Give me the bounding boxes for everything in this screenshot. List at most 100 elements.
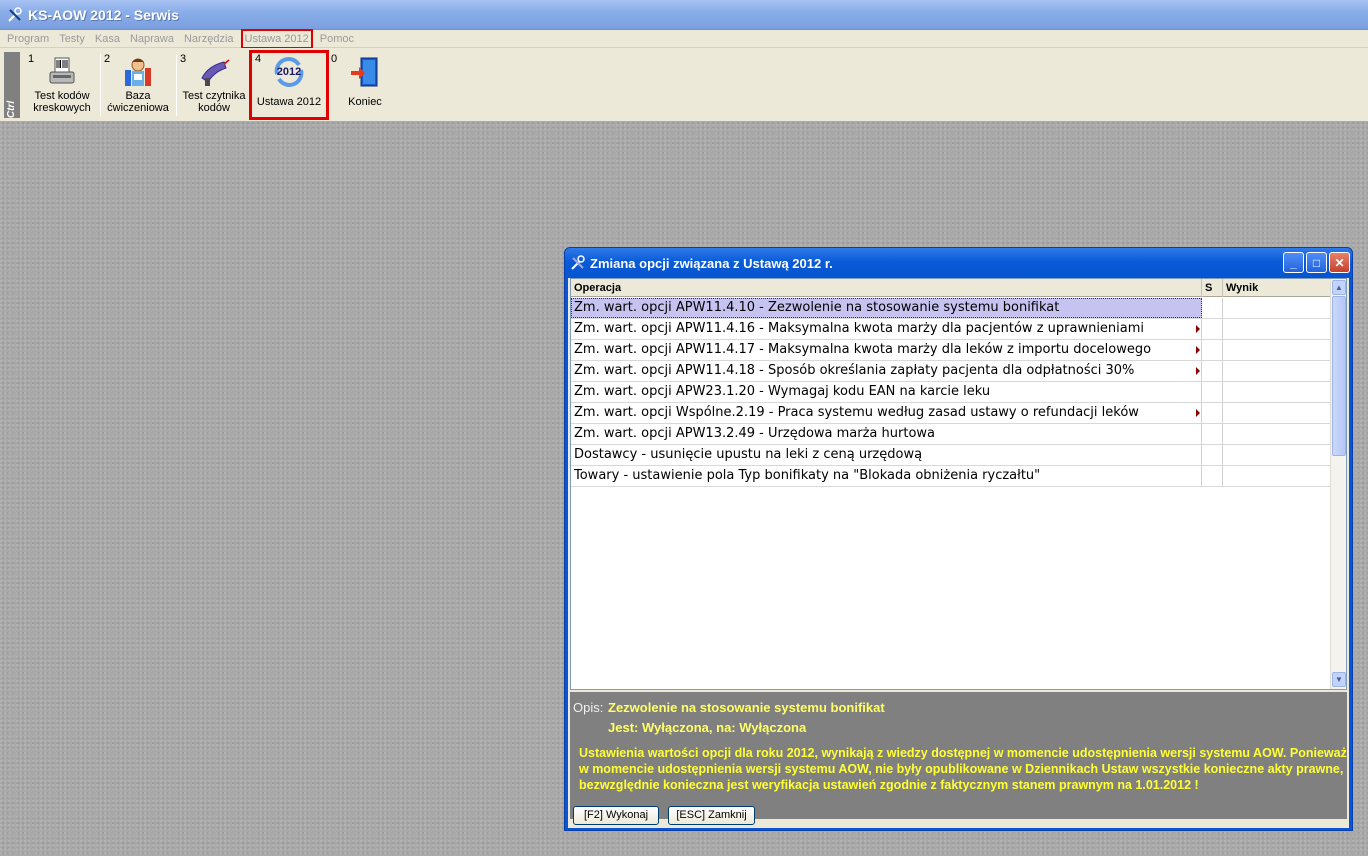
app-titlebar: KS-AOW 2012 - Serwis (0, 0, 1368, 30)
toolbar-button-label: Test kodów kreskowych (33, 90, 91, 114)
student-books-icon (125, 58, 151, 86)
row-result-cell (1223, 424, 1336, 444)
table-row[interactable]: Zm. wart. opcji APW13.2.49 - Urzędowa ma… (571, 424, 1336, 445)
execute-button[interactable]: [F2] Wykonaj (573, 806, 659, 825)
row-s-cell (1202, 424, 1223, 444)
description-panel: Opis: Zezwolenie na stosowanie systemu b… (570, 692, 1347, 819)
close-dialog-button[interactable]: [ESC] Zamknij (668, 806, 755, 825)
toolbar-button-baza[interactable]: 2 Baza ćwiczeniowa (100, 52, 176, 118)
close-button[interactable]: ✕ (1329, 252, 1350, 273)
table-row[interactable]: Zm. wart. opcji Wspólne.2.19 - Praca sys… (571, 403, 1336, 424)
menu-testy[interactable]: Testy (54, 31, 90, 47)
menu-pomoc[interactable]: Pomoc (315, 31, 359, 47)
ustawa-2012-icon: 2012 (274, 57, 304, 87)
table-row[interactable]: Zm. wart. opcji APW11.4.16 - Maksymalna … (571, 319, 1336, 340)
row-operation: Dostawcy - usunięcie upustu na leki z ce… (571, 445, 1202, 465)
table-row[interactable]: Dostawcy - usunięcie upustu na leki z ce… (571, 445, 1336, 466)
row-operation: Zm. wart. opcji APW11.4.10 - Zezwolenie … (571, 298, 1202, 318)
toolbar-button-label: Test czytnika kodów (182, 90, 246, 114)
dialog-title: Zmiana opcji związana z Ustawą 2012 r. (590, 255, 833, 271)
row-result-cell (1223, 298, 1336, 318)
maximize-button[interactable]: □ (1306, 252, 1327, 273)
table-row[interactable]: Towary - ustawienie pola Typ bonifikaty … (571, 466, 1336, 487)
shortcut-number: 2 (104, 53, 111, 65)
row-operation-text: Dostawcy - usunięcie upustu na leki z ce… (574, 447, 923, 462)
scroll-up-icon[interactable]: ▲ (1332, 280, 1346, 295)
toolbar-button-label: Ustawa 2012 (256, 96, 322, 108)
minimize-button[interactable]: _ (1283, 252, 1304, 273)
ctrl-label: Ctrl (6, 100, 18, 119)
minimize-icon: _ (1290, 255, 1297, 270)
menu-ustawa-2012[interactable]: Ustawa 2012 (240, 28, 313, 49)
barcode-scanner-icon (49, 57, 75, 84)
row-s-cell (1202, 298, 1223, 318)
row-s-cell (1202, 361, 1223, 381)
toolbar-button-koniec[interactable]: 0 Koniec (327, 52, 403, 118)
row-result-cell (1223, 403, 1336, 423)
column-header-operation[interactable]: Operacja (571, 279, 1202, 297)
menu-narzedzia[interactable]: Narzędzia (179, 31, 239, 47)
dialog-titlebar[interactable]: Zmiana opcji związana z Ustawą 2012 r. _… (565, 248, 1352, 278)
close-icon: ✕ (1334, 255, 1345, 270)
row-result-cell (1223, 361, 1336, 381)
icon-year-text: 2012 (277, 66, 301, 78)
toolbar: Ctrl 1 Test kodów kreskowych 2 Baza ćwic… (0, 48, 1368, 122)
ctrl-strip: Ctrl (4, 52, 20, 118)
row-operation: Zm. wart. opcji APW13.2.49 - Urzędowa ma… (571, 424, 1202, 444)
shortcut-number: 0 (331, 53, 338, 65)
row-s-cell (1202, 382, 1223, 402)
toolbar-button-test-czytnika[interactable]: 3 Test czytnika kodów (176, 52, 252, 118)
truncation-arrow-icon (1196, 367, 1200, 375)
menu-naprawa[interactable]: Naprawa (125, 31, 179, 47)
column-header-result[interactable]: Wynik (1223, 279, 1336, 297)
row-operation: Towary - ustawienie pola Typ bonifikaty … (571, 466, 1202, 486)
toolbar-button-test-kodow[interactable]: 1 Test kodów kreskowych (24, 52, 100, 118)
row-operation-text: Towary - ustawienie pola Typ bonifikaty … (574, 468, 1041, 483)
row-operation-text: Zm. wart. opcji APW11.4.18 - Sposób okre… (574, 363, 1135, 378)
toolbar-button-label: Koniec (348, 96, 382, 108)
menu-program[interactable]: Program (2, 31, 54, 47)
ustawa-dialog: Zmiana opcji związana z Ustawą 2012 r. _… (564, 247, 1353, 831)
row-s-cell (1202, 466, 1223, 486)
row-operation-text: Zm. wart. opcji APW23.1.20 - Wymagaj kod… (574, 384, 991, 399)
option-state: Jest: Wyłączona, na: Wyłączona (608, 720, 807, 735)
shortcut-number: 3 (180, 53, 187, 65)
menu-kasa[interactable]: Kasa (90, 31, 125, 47)
table-row[interactable]: Zm. wart. opcji APW23.1.20 - Wymagaj kod… (571, 382, 1336, 403)
row-operation-text: Zm. wart. opcji APW13.2.49 - Urzędowa ma… (574, 426, 935, 441)
row-s-cell (1202, 403, 1223, 423)
table-row[interactable]: Zm. wart. opcji APW11.4.17 - Maksymalna … (571, 340, 1336, 361)
scrollbar-thumb[interactable] (1332, 296, 1346, 456)
row-operation: Zm. wart. opcji APW11.4.17 - Maksymalna … (571, 340, 1202, 360)
row-result-cell (1223, 382, 1336, 402)
dialog-body: Operacja S Wynik Zm. wart. opcji APW11.4… (568, 278, 1349, 828)
scanner-gun-icon (201, 59, 230, 86)
row-result-cell (1223, 340, 1336, 360)
scroll-down-icon[interactable]: ▼ (1332, 672, 1346, 687)
row-operation-text: Zm. wart. opcji APW11.4.10 - Zezwolenie … (574, 300, 1060, 315)
app-title: KS-AOW 2012 - Serwis (28, 6, 179, 23)
row-operation: Zm. wart. opcji APW11.4.16 - Maksymalna … (571, 319, 1202, 339)
description-label: Opis: (573, 700, 604, 715)
toolbar-button-ustawa-2012[interactable]: 4 2012 Ustawa 2012 (249, 50, 329, 120)
table-row[interactable]: Zm. wart. opcji APW11.4.18 - Sposób okre… (571, 361, 1336, 382)
row-s-cell (1202, 445, 1223, 465)
row-s-cell (1202, 319, 1223, 339)
grid-header: Operacja S Wynik (571, 279, 1336, 297)
vertical-scrollbar[interactable]: ▲ ▼ (1330, 279, 1346, 689)
row-operation: Zm. wart. opcji APW23.1.20 - Wymagaj kod… (571, 382, 1202, 402)
description-value: Zezwolenie na stosowanie systemu bonifik… (608, 700, 885, 715)
table-row[interactable]: Zm. wart. opcji APW11.4.10 - Zezwolenie … (571, 298, 1336, 319)
truncation-arrow-icon (1196, 325, 1200, 333)
maximize-icon: □ (1312, 255, 1321, 270)
truncation-arrow-icon (1196, 409, 1200, 417)
row-result-cell (1223, 445, 1336, 465)
tools-icon (8, 6, 22, 22)
shortcut-number: 4 (255, 53, 262, 65)
row-operation-text: Zm. wart. opcji Wspólne.2.19 - Praca sys… (574, 405, 1139, 420)
row-result-cell (1223, 319, 1336, 339)
toolbar-button-label: Baza ćwiczeniowa (107, 90, 169, 114)
shortcut-number: 1 (28, 53, 35, 65)
column-header-s[interactable]: S (1202, 279, 1223, 297)
row-operation: Zm. wart. opcji Wspólne.2.19 - Praca sys… (571, 403, 1202, 423)
